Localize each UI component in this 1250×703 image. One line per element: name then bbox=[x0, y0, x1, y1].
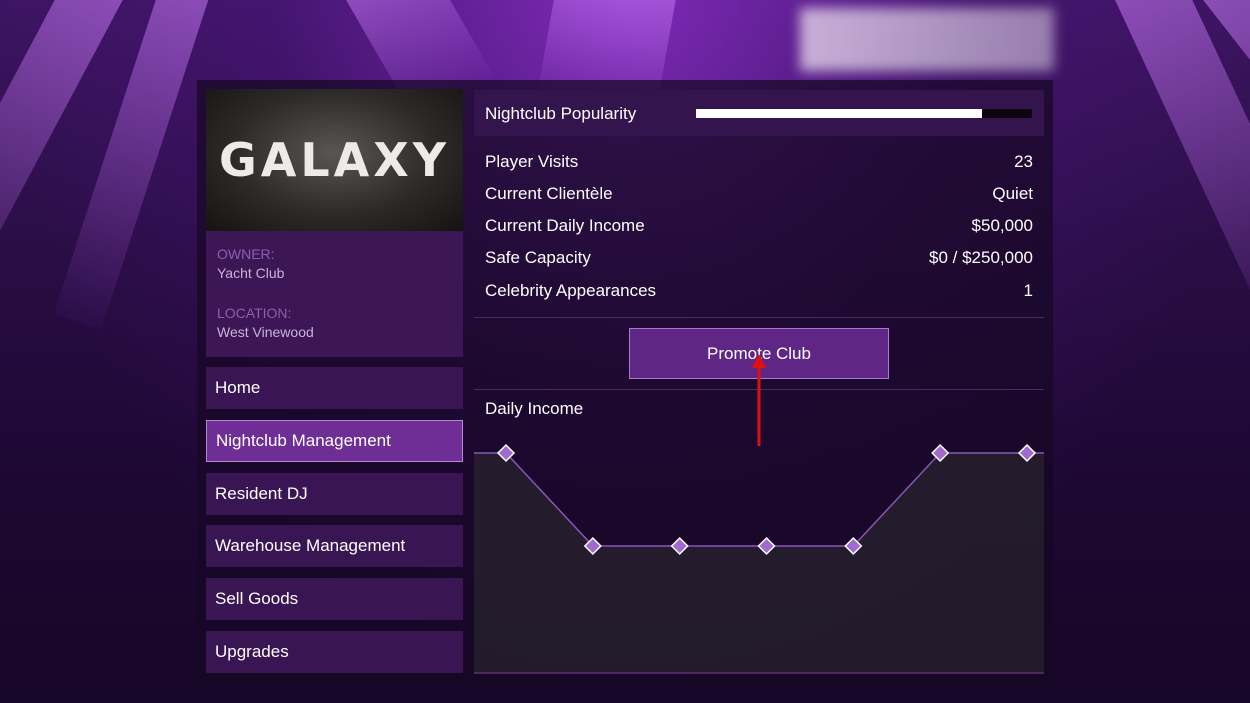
stat-value: 1 bbox=[1023, 281, 1033, 300]
stat-row-player-visits: Player Visits 23 bbox=[485, 150, 1033, 174]
club-info: OWNER: Yacht Club LOCATION: West Vinewoo… bbox=[206, 231, 463, 357]
nav-item-upgrades[interactable]: Upgrades bbox=[206, 631, 463, 673]
popularity-bar-fill bbox=[696, 109, 982, 118]
stat-label: Celebrity Appearances bbox=[485, 281, 657, 300]
nav-item-warehouse-management[interactable]: Warehouse Management bbox=[206, 525, 463, 567]
stat-label: Player Visits bbox=[485, 152, 579, 171]
location-value: West Vinewood bbox=[217, 324, 314, 340]
popularity-label: Nightclub Popularity bbox=[485, 104, 637, 123]
logo-text: GALAXY bbox=[218, 133, 451, 187]
stat-label: Current Clientèle bbox=[485, 184, 613, 203]
popularity-bar bbox=[696, 109, 1032, 118]
stat-row-safe-capacity: Safe Capacity $0 / $250,000 bbox=[485, 246, 1033, 270]
nav-item-nightclub-management[interactable]: Nightclub Management bbox=[206, 420, 463, 462]
stat-value: $0 / $250,000 bbox=[929, 248, 1033, 267]
club-logo: GALAXY bbox=[206, 89, 463, 231]
stat-value: 23 bbox=[1014, 152, 1033, 171]
chart-baseline bbox=[474, 672, 1044, 674]
blurred-region bbox=[800, 8, 1054, 71]
stat-row-daily-income: Current Daily Income $50,000 bbox=[485, 214, 1033, 238]
red-arrow-icon bbox=[752, 354, 766, 446]
owner-value: Yacht Club bbox=[217, 265, 285, 281]
stat-row-clientele: Current Clientèle Quiet bbox=[485, 182, 1033, 206]
owner-label: OWNER: bbox=[217, 246, 275, 262]
light-beam bbox=[1103, 0, 1250, 356]
stat-value: Quiet bbox=[992, 184, 1033, 203]
chart-area bbox=[474, 453, 1044, 674]
popularity-row: Nightclub Popularity bbox=[474, 90, 1044, 136]
stat-label: Safe Capacity bbox=[485, 248, 591, 267]
stat-label: Current Daily Income bbox=[485, 216, 645, 235]
daily-income-chart bbox=[474, 443, 1044, 674]
nav-item-home[interactable]: Home bbox=[206, 367, 463, 409]
location-label: LOCATION: bbox=[217, 305, 292, 321]
divider bbox=[474, 317, 1044, 318]
daily-income-label: Daily Income bbox=[485, 399, 584, 418]
nav-item-resident-dj[interactable]: Resident DJ bbox=[206, 473, 463, 515]
stat-row-celebrity-appearances: Celebrity Appearances 1 bbox=[485, 279, 1033, 303]
nav-item-sell-goods[interactable]: Sell Goods bbox=[206, 578, 463, 620]
stat-value: $50,000 bbox=[971, 216, 1033, 235]
